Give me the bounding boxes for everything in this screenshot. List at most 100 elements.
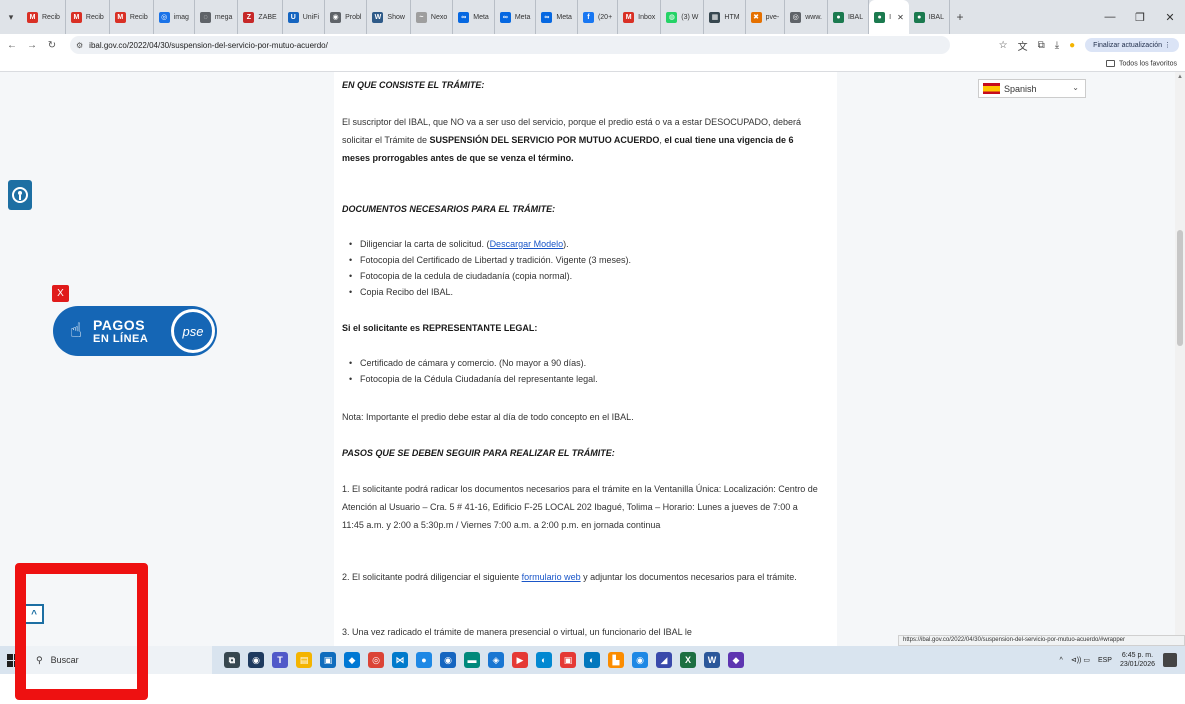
app-icon[interactable]: ◆ — [728, 652, 744, 668]
task-view-icon[interactable]: ⧉ — [224, 652, 240, 668]
app-icon[interactable]: ◉ — [632, 652, 648, 668]
browser-tab[interactable]: f (20+ — [578, 0, 619, 34]
browser-tab-label: (20+ — [597, 13, 613, 21]
tab-search-chevron-down-icon[interactable]: ▾ — [0, 0, 22, 34]
back-arrow-icon[interactable]: ← — [4, 40, 20, 51]
article-content: EN QUE CONSISTE EL TRÁMITE: El suscripto… — [334, 72, 837, 646]
input-language[interactable]: ESP — [1098, 657, 1112, 664]
browser-tab-label: Recib — [85, 13, 104, 21]
browser-tab[interactable]: ∞ Meta — [453, 0, 495, 34]
tray-overflow-chevron-up-icon[interactable]: ^ — [1060, 657, 1063, 664]
notifications-icon[interactable] — [1163, 653, 1177, 667]
word-icon[interactable]: W — [704, 652, 720, 668]
browser-tab[interactable]: M Recib — [66, 0, 110, 34]
doc-list-item: Copia Recibo del IBAL. — [349, 285, 453, 300]
step-2-text-a: 2. El solicitante podrá diligenciar el s… — [342, 572, 522, 582]
browser-tab[interactable]: ◎ www. — [785, 0, 828, 34]
site-info-icon[interactable]: ⚙ — [76, 41, 83, 50]
doc-item-1-text: Diligenciar la carta de solicitud. ( — [360, 239, 490, 249]
link-status-url: https://ibal.gov.co/2022/04/30/suspensio… — [898, 635, 1185, 646]
ibal-icon: ● — [874, 11, 886, 23]
browser-tab[interactable]: U UniFi — [283, 0, 326, 34]
app-icon[interactable]: ◆ — [344, 652, 360, 668]
new-tab-button[interactable]: + — [950, 10, 970, 24]
browser-tab[interactable]: ◎ imag — [154, 0, 195, 34]
reload-icon[interactable]: ↻ — [44, 40, 60, 51]
facebook-icon: f — [582, 11, 594, 23]
app-icon[interactable]: ▙ — [608, 652, 624, 668]
pse-banner-line-2: EN LÍNEA — [93, 333, 149, 345]
web-form-link[interactable]: formulario web — [522, 572, 581, 582]
browser-tab[interactable]: W Show — [367, 0, 411, 34]
close-window-icon[interactable]: ✕ — [1155, 11, 1185, 24]
all-bookmarks-folder[interactable]: Todos los favoritos — [1106, 59, 1177, 67]
app-icon[interactable]: ◉ — [440, 652, 456, 668]
folder-icon — [1106, 59, 1116, 67]
rep-list-item: Fotocopia de la Cédula Ciudadanía del re… — [349, 372, 598, 387]
browser-tab-label: Inbox — [638, 13, 656, 21]
volume-network-icon[interactable]: ⊲)) ▭ — [1071, 656, 1090, 664]
teams-icon[interactable]: T — [272, 652, 288, 668]
youtube-icon[interactable]: ▶ — [512, 652, 528, 668]
browser-tab-active[interactable]: ● I ✕ — [869, 0, 909, 34]
meta-icon: ∞ — [458, 11, 470, 23]
chrome-icon[interactable]: ◎ — [368, 652, 384, 668]
profile-avatar-icon[interactable]: ● — [1069, 40, 1075, 51]
page-scrollbar[interactable]: ▲ — [1175, 72, 1185, 646]
browser-tab[interactable]: M Inbox — [618, 0, 662, 34]
app-icon[interactable]: ◐ — [584, 652, 600, 668]
meta-icon: ∞ — [499, 11, 511, 23]
app-icon[interactable]: ▣ — [560, 652, 576, 668]
update-browser-button[interactable]: Finalizar actualización ⋮ — [1085, 38, 1179, 52]
browser-tab[interactable]: M Recib — [110, 0, 154, 34]
taskbar-apps: ⧉ ◉ T ▤ ▣ ◆ ◎ ⋈ ● ◉ ▬ ◈ ▶ ◐ ▣ ◐ ▙ ◉ ◢ X W ◆ — [224, 652, 744, 668]
image-icon: ◎ — [158, 11, 170, 23]
ibal-icon: ● — [832, 11, 844, 23]
app-icon[interactable]: ● — [416, 652, 432, 668]
browser-tab[interactable]: ● IBAL — [909, 0, 950, 34]
doc-item-1-end: ). — [563, 239, 569, 249]
pse-payment-banner[interactable]: ☝ PAGOS EN LÍNEA pse — [53, 306, 217, 356]
bookmark-star-icon[interactable]: ☆ — [999, 40, 1008, 51]
accessibility-icon — [12, 187, 28, 203]
address-bar[interactable]: ⚙ ibal.gov.co/2022/04/30/suspension-del-… — [70, 36, 950, 54]
scroll-up-icon[interactable]: ▲ — [1177, 74, 1183, 80]
browser-tab-label: Show — [387, 13, 405, 21]
minimize-icon[interactable]: — — [1095, 11, 1125, 23]
browser-tab[interactable]: ◌ mega — [195, 0, 239, 34]
file-explorer-icon[interactable]: ▤ — [296, 652, 312, 668]
vscode-icon[interactable]: ⋈ — [392, 652, 408, 668]
browser-tab[interactable]: Z ZABE — [238, 0, 283, 34]
app-icon[interactable]: ◈ — [488, 652, 504, 668]
red-highlight-annotation — [15, 563, 148, 700]
browser-tab[interactable]: ▦ HTM — [704, 0, 746, 34]
forward-arrow-icon[interactable]: → — [24, 40, 40, 51]
app-icon[interactable]: ◢ — [656, 652, 672, 668]
browser-tab[interactable]: ◍ (3) W — [661, 0, 705, 34]
app-icon[interactable]: ◐ — [536, 652, 552, 668]
download-icon[interactable]: ⤓ — [1055, 40, 1059, 51]
excel-icon[interactable]: X — [680, 652, 696, 668]
app-icon[interactable]: ▬ — [464, 652, 480, 668]
store-icon[interactable]: ▣ — [320, 652, 336, 668]
browser-toolbar: ← → ↻ ⚙ ibal.gov.co/2022/04/30/suspensio… — [0, 34, 1185, 56]
close-tab-icon[interactable]: ✕ — [897, 13, 904, 22]
browser-tab-label: Recib — [42, 13, 60, 21]
chrome-icon[interactable]: ◉ — [248, 652, 264, 668]
browser-tab[interactable]: ~ Nexo — [411, 0, 454, 34]
scrollbar-thumb[interactable] — [1177, 230, 1183, 346]
translate-icon[interactable]: 文 — [1018, 38, 1028, 53]
download-model-link[interactable]: Descargar Modelo — [490, 239, 564, 249]
browser-tab[interactable]: ✖ pve- — [746, 0, 786, 34]
language-select[interactable]: Spanish ⌄ — [978, 79, 1086, 98]
restore-icon[interactable]: ❐ — [1125, 11, 1155, 24]
extensions-icon[interactable]: ⧉ — [1038, 40, 1045, 51]
browser-tab[interactable]: ∞ Meta — [495, 0, 537, 34]
browser-tab[interactable]: M Recib — [22, 0, 66, 34]
browser-tab[interactable]: ◉ Probl — [325, 0, 368, 34]
accessibility-button[interactable] — [8, 180, 32, 210]
browser-tab[interactable]: ● IBAL — [828, 0, 870, 34]
clock[interactable]: 6:45 p. m. 23/01/2026 — [1120, 651, 1155, 669]
browser-tab[interactable]: ∞ Meta — [536, 0, 578, 34]
pse-banner-close-button[interactable]: X — [52, 285, 69, 302]
